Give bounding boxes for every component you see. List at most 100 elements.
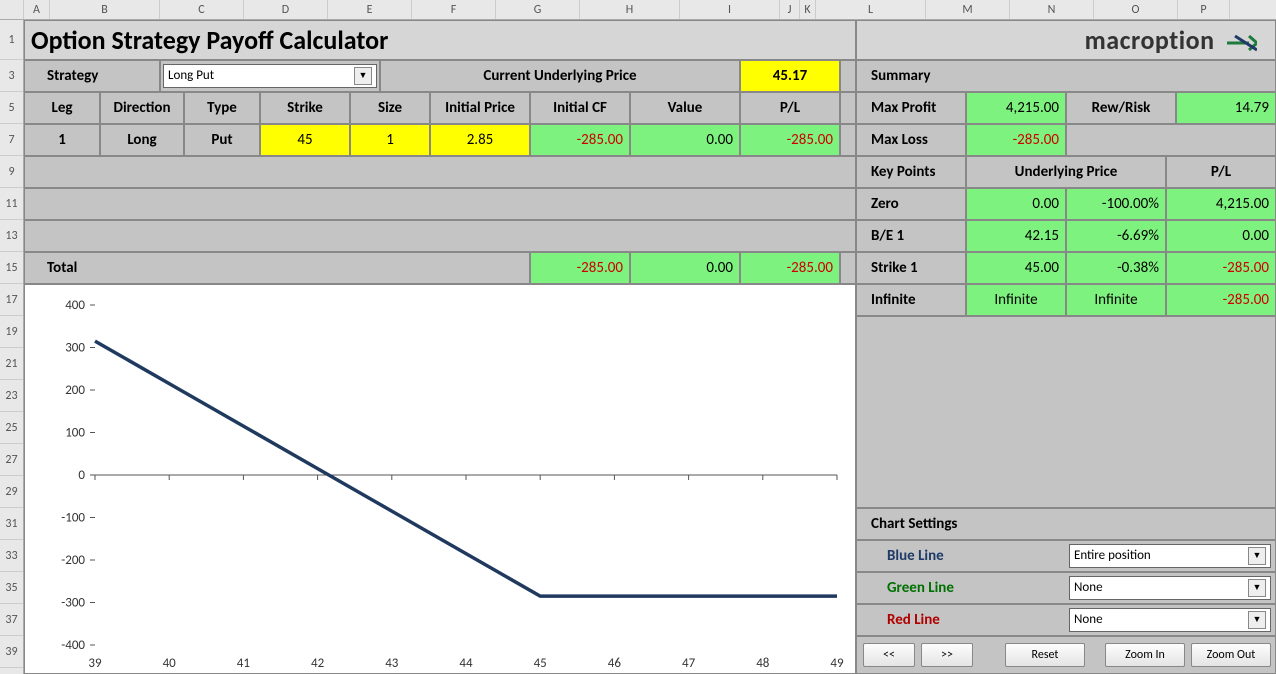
kp-zero-pct: -100.00% <box>1066 188 1166 220</box>
prev-button[interactable]: << <box>863 643 915 667</box>
leg1-initcf: -285.00 <box>530 124 630 156</box>
chevron-down-icon[interactable] <box>1248 547 1266 565</box>
greenline-dropdown[interactable]: None <box>1069 576 1271 600</box>
total-initcf: -285.00 <box>530 252 630 284</box>
greenline-label: Green Line <box>887 579 954 597</box>
svg-text:-300: -300 <box>61 596 85 611</box>
svg-text:-200: -200 <box>61 553 85 568</box>
brand-logo: macroption <box>1085 21 1257 59</box>
payoff-chart: -400 -300 -200 -100 0 100 200 300 400 39 40 41 42 43 4… <box>24 284 856 674</box>
summary-label: Summary <box>856 60 1276 92</box>
underlying-value[interactable]: 45.17 <box>740 60 840 92</box>
underlying-label: Current Underlying Price <box>380 60 740 92</box>
svg-text:400: 400 <box>65 298 85 313</box>
kp-infinite-pl: -285.00 <box>1166 284 1276 316</box>
redline-dropdown[interactable]: None <box>1069 608 1271 632</box>
zoomout-button[interactable]: Zoom Out <box>1191 643 1271 667</box>
redline-row: Red Line None <box>856 604 1276 636</box>
kp-be1-pct: -6.69% <box>1066 220 1166 252</box>
greenline-dropdown-value: None <box>1074 577 1103 599</box>
kp-infinite-pct: Infinite <box>1066 284 1166 316</box>
hdr-value: Value <box>630 92 740 124</box>
kp-zero-u: 0.00 <box>966 188 1066 220</box>
kp-infinite-label: Infinite <box>856 284 966 316</box>
svg-text:46: 46 <box>608 656 622 671</box>
svg-text:47: 47 <box>682 656 696 671</box>
kp-be1-label: B/E 1 <box>856 220 966 252</box>
leg1-strike[interactable]: 45 <box>260 124 350 156</box>
leg1-pl: -285.00 <box>740 124 840 156</box>
hdr-initprice: Initial Price <box>430 92 530 124</box>
svg-text:100: 100 <box>65 426 85 441</box>
brand-bar: macroption <box>856 20 1276 60</box>
hdr-direction: Direction <box>100 92 184 124</box>
leg1-type[interactable]: Put <box>184 124 260 156</box>
svg-text:48: 48 <box>756 656 770 671</box>
svg-text:41: 41 <box>237 656 250 671</box>
svg-text:39: 39 <box>88 656 102 671</box>
svg-text:49: 49 <box>830 656 844 671</box>
zoomin-button[interactable]: Zoom In <box>1105 643 1185 667</box>
hdr-leg: Leg <box>24 92 100 124</box>
column-headers: ABCDEFGHIJKLMNOP <box>0 0 1276 20</box>
kp-zero-label: Zero <box>856 188 966 220</box>
leg1-value: 0.00 <box>630 124 740 156</box>
leg1-initprice[interactable]: 2.85 <box>430 124 530 156</box>
greenline-row: Green Line None <box>856 572 1276 604</box>
kp-zero-pl: 4,215.00 <box>1166 188 1276 220</box>
keypoints-underlying-hdr: Underlying Price <box>966 156 1166 188</box>
strategy-dropdown[interactable]: Long Put <box>163 64 377 88</box>
kp-strike1-label: Strike 1 <box>856 252 966 284</box>
page-title: Option Strategy Payoff Calculator <box>24 20 856 60</box>
svg-text:43: 43 <box>385 656 399 671</box>
total-value: 0.00 <box>630 252 740 284</box>
next-button[interactable]: >> <box>921 643 973 667</box>
row-headers: 13579111315171921232527293133353739 <box>0 20 24 674</box>
leg1-size[interactable]: 1 <box>350 124 430 156</box>
kp-be1-u: 42.15 <box>966 220 1066 252</box>
blueline-dropdown-value: Entire position <box>1074 545 1151 567</box>
maxprofit-label: Max Profit <box>856 92 966 124</box>
svg-text:-100: -100 <box>61 511 85 526</box>
chartsettings-label: Chart Settings <box>856 508 1276 540</box>
chart-buttons-row: << >> Reset Zoom In Zoom Out <box>856 636 1276 674</box>
keypoints-pl-hdr: P/L <box>1166 156 1276 188</box>
chevron-down-icon[interactable] <box>354 67 372 85</box>
hdr-strike: Strike <box>260 92 350 124</box>
svg-text:200: 200 <box>65 383 85 398</box>
rewrisk-value: 14.79 <box>1176 92 1276 124</box>
svg-text:300: 300 <box>65 341 85 356</box>
kp-be1-pl: 0.00 <box>1166 220 1276 252</box>
rewrisk-label: Rew/Risk <box>1066 92 1176 124</box>
strategy-dropdown-value: Long Put <box>168 65 214 87</box>
leg1-leg: 1 <box>24 124 100 156</box>
keypoints-label: Key Points <box>856 156 966 188</box>
redline-dropdown-value: None <box>1074 609 1103 631</box>
svg-text:0: 0 <box>78 468 85 483</box>
hdr-size: Size <box>350 92 430 124</box>
blueline-row: Blue Line Entire position <box>856 540 1276 572</box>
maxloss-value: -285.00 <box>966 124 1066 156</box>
hdr-initcf: Initial CF <box>530 92 630 124</box>
maxloss-label: Max Loss <box>856 124 966 156</box>
kp-strike1-u: 45.00 <box>966 252 1066 284</box>
kp-strike1-pct: -0.38% <box>1066 252 1166 284</box>
kp-strike1-pl: -285.00 <box>1166 252 1276 284</box>
total-label: Total <box>24 252 530 284</box>
total-pl: -285.00 <box>740 252 840 284</box>
leg1-direction[interactable]: Long <box>100 124 184 156</box>
svg-text:40: 40 <box>163 656 177 671</box>
svg-text:-400: -400 <box>61 638 85 653</box>
chevron-down-icon[interactable] <box>1248 579 1266 597</box>
hdr-pl: P/L <box>740 92 840 124</box>
reset-button[interactable]: Reset <box>1005 643 1085 667</box>
svg-text:42: 42 <box>311 656 325 671</box>
kp-infinite-u: Infinite <box>966 284 1066 316</box>
redline-label: Red Line <box>887 611 940 629</box>
blueline-dropdown[interactable]: Entire position <box>1069 544 1271 568</box>
strategy-label: Strategy <box>24 60 160 92</box>
hdr-type: Type <box>184 92 260 124</box>
chevron-down-icon[interactable] <box>1248 611 1266 629</box>
blueline-label: Blue Line <box>887 547 944 565</box>
maxprofit-value: 4,215.00 <box>966 92 1066 124</box>
